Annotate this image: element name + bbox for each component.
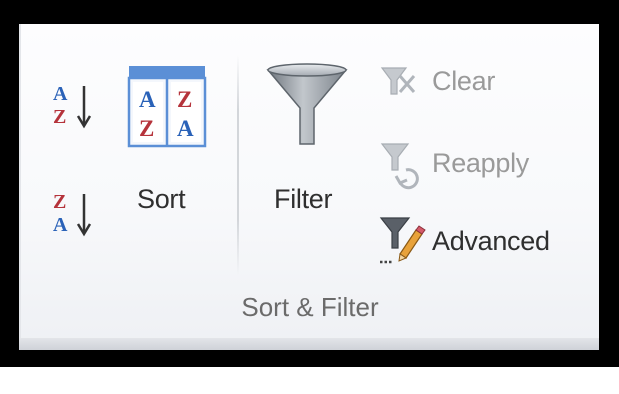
sort-z-to-a-button[interactable]: Z A <box>50 186 100 242</box>
sort-az-top-letter: A <box>53 83 68 105</box>
sort-az-bottom-letter: Z <box>53 106 66 128</box>
group-separator <box>237 55 239 275</box>
funnel-icon <box>266 63 348 145</box>
sort-ascending-icon: A Z <box>53 83 92 129</box>
clear-label: Clear <box>432 66 496 96</box>
ribbon-bottom-edge <box>19 338 599 350</box>
reapply-filter-button[interactable]: Reapply <box>378 140 548 190</box>
clear-filter-button[interactable]: Clear <box>378 62 518 102</box>
sort-a-to-z-button[interactable]: A Z <box>50 78 100 134</box>
filter-button[interactable]: Filter <box>262 60 352 224</box>
sort-grid-letter: Z <box>139 116 154 141</box>
group-label: Sort & Filter <box>241 292 379 322</box>
sort-descending-icon: Z A <box>53 191 92 237</box>
bottom-margin <box>0 367 619 394</box>
reapply-label: Reapply <box>432 148 529 178</box>
advanced-filter-icon <box>379 217 426 264</box>
sort-za-bottom-letter: A <box>53 214 68 236</box>
sort-button[interactable]: A Z Z A Sort <box>122 64 208 224</box>
reapply-filter-icon <box>380 143 419 190</box>
filter-label: Filter <box>274 184 333 214</box>
advanced-filter-button[interactable]: Advanced <box>378 214 568 266</box>
advanced-label: Advanced <box>432 226 550 256</box>
sort-grid-letter: A <box>177 116 194 141</box>
clear-filter-icon <box>380 67 416 95</box>
sort-label: Sort <box>137 184 186 214</box>
sort-za-top-letter: Z <box>53 191 66 213</box>
sort-grid-letter: A <box>139 87 156 112</box>
sort-dialog-icon: A Z Z A <box>127 66 207 148</box>
sort-grid-letter: Z <box>177 87 192 112</box>
